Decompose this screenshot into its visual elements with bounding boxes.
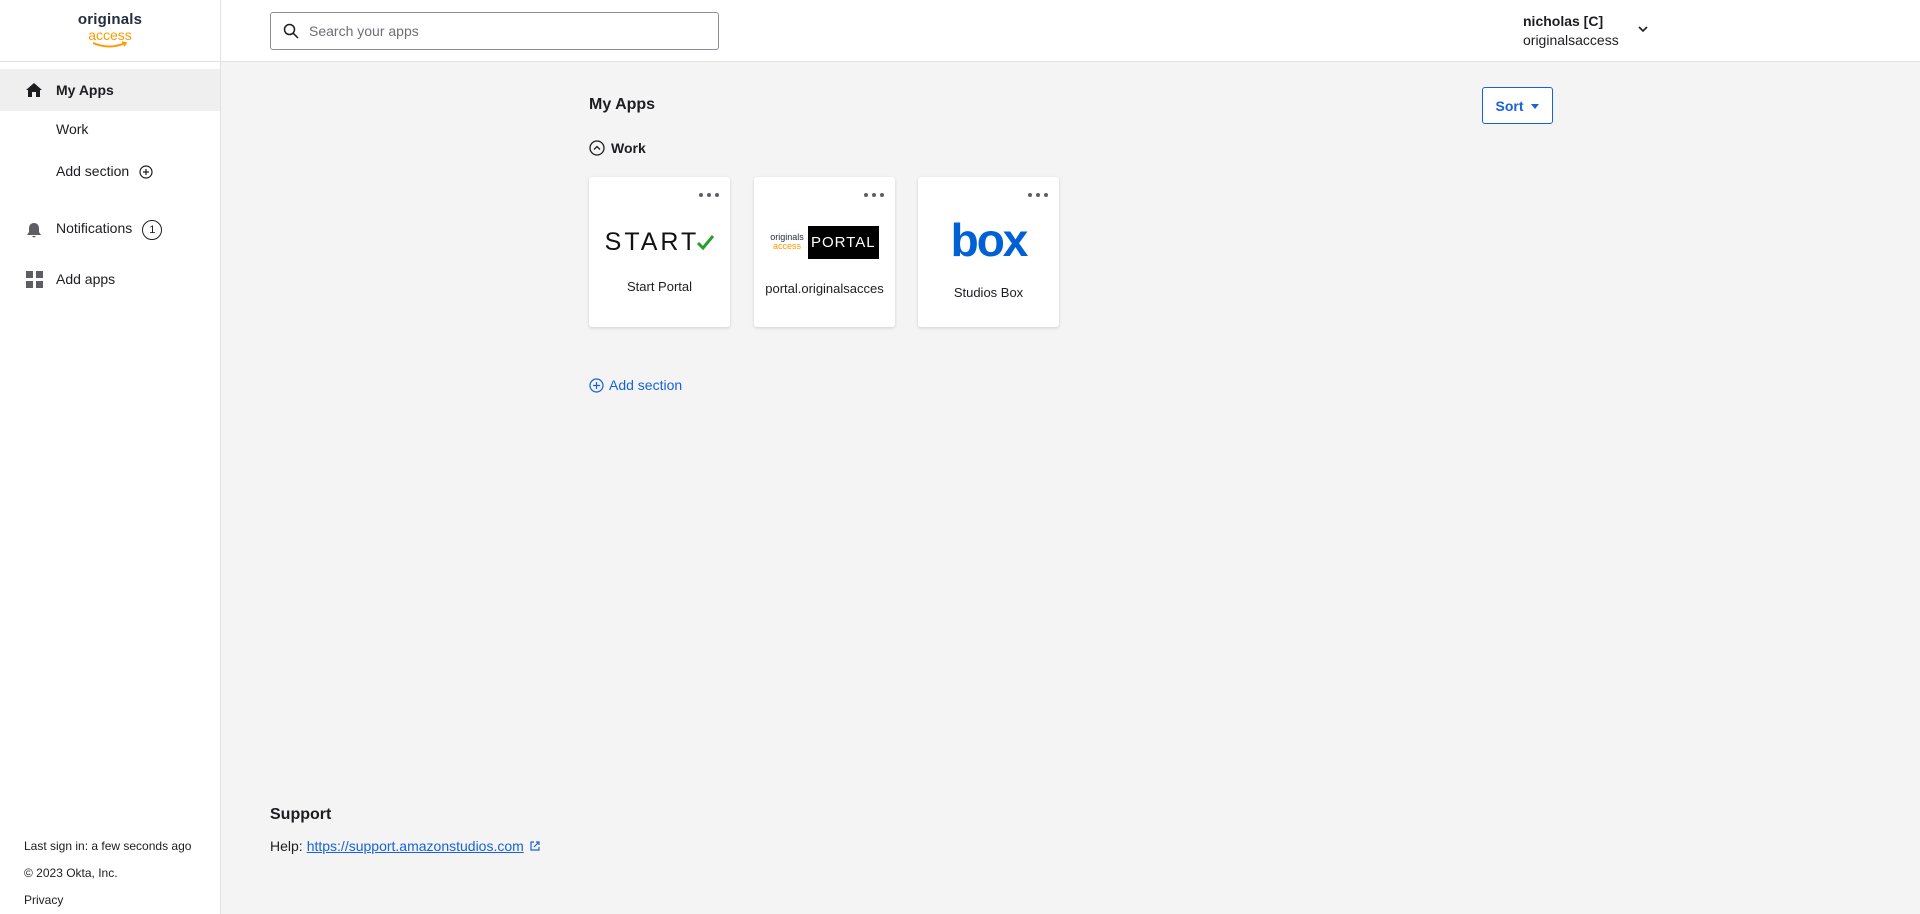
- start-logo: START: [589, 217, 730, 267]
- grid-icon: [25, 270, 43, 288]
- privacy-link[interactable]: Privacy: [24, 887, 191, 914]
- sidebar-footer: Last sign in: a few seconds ago © 2023 O…: [24, 833, 191, 914]
- sidebar-item-notifications[interactable]: Notifications 1: [0, 217, 220, 243]
- plus-circle-icon: [589, 377, 604, 393]
- external-link-icon: [530, 841, 540, 851]
- page-title: My Apps: [589, 96, 656, 113]
- home-icon: [25, 81, 43, 99]
- app-tile-start-portal[interactable]: START Start Portal: [589, 177, 730, 327]
- collapse-circle-icon: [589, 140, 605, 156]
- support-link[interactable]: https://support.amazonstudios.com: [307, 838, 524, 854]
- checkmark-icon: [697, 235, 715, 251]
- sidebar-item-label: Work: [56, 121, 89, 137]
- plus-circle-icon: [139, 165, 153, 179]
- sort-button-label: Sort: [1495, 97, 1524, 114]
- user-org: originalsaccess: [1523, 32, 1619, 48]
- portal-logo-text: PORTAL: [807, 225, 879, 259]
- logo-text-line1: originals: [77, 11, 143, 28]
- more-options-icon[interactable]: [863, 190, 885, 200]
- app-tile-studios-box[interactable]: box Studios Box: [918, 177, 1059, 327]
- sidebar: originals access My Apps Work Add sectio…: [0, 0, 221, 914]
- portal-logo: originals access PORTAL: [754, 217, 895, 267]
- portal-logo-small-2: access: [772, 241, 801, 251]
- section-header-work[interactable]: Work: [589, 140, 646, 156]
- sidebar-item-add-section[interactable]: Add section: [0, 158, 220, 184]
- box-logo-text: box: [950, 214, 1029, 266]
- sidebar-item-add-apps[interactable]: Add apps: [0, 266, 220, 292]
- add-section-label: Add section: [609, 377, 683, 393]
- user-name: nicholas [C]: [1523, 13, 1604, 29]
- app-tile-label: portal.originalsacces: [765, 281, 884, 296]
- app-tile-label: Studios Box: [953, 285, 1024, 300]
- logo-text-line2: access: [88, 27, 132, 43]
- user-menu[interactable]: nicholas [C] originalsaccess: [1523, 12, 1619, 50]
- support-section: Support Help: https://support.amazonstud…: [270, 806, 541, 854]
- sidebar-item-my-apps[interactable]: My Apps: [0, 69, 220, 111]
- sidebar-add-section-wrap: Add section: [56, 163, 153, 179]
- notifications-wrap: Notifications 1: [56, 220, 163, 240]
- sort-button[interactable]: Sort: [1482, 87, 1553, 124]
- sidebar-item-work[interactable]: Work: [0, 116, 220, 142]
- help-prefix: Help:: [270, 838, 303, 854]
- sidebar-item-label: Notifications: [56, 220, 133, 236]
- sidebar-item-label: Add apps: [56, 271, 116, 287]
- search-input[interactable]: [309, 23, 709, 39]
- logo-area: originals access: [0, 0, 220, 62]
- last-sign-in-text: Last sign in: a few seconds ago: [24, 839, 192, 853]
- copyright-text: © 2023 Okta, Inc.: [24, 866, 118, 880]
- chevron-down-icon[interactable]: [1636, 22, 1650, 36]
- start-logo-text: START: [604, 227, 700, 256]
- support-title: Support: [270, 806, 332, 823]
- sidebar-item-label: Add section: [56, 162, 130, 179]
- top-bar: [221, 0, 1920, 62]
- more-options-icon[interactable]: [1027, 190, 1049, 200]
- support-help: Help: https://support.amazonstudios.com: [270, 838, 541, 854]
- app-tile-label: Start Portal: [626, 279, 693, 294]
- search-box[interactable]: [270, 12, 719, 50]
- sidebar-item-label: My Apps: [56, 82, 114, 98]
- search-icon: [283, 23, 299, 39]
- notification-count-badge: 1: [142, 220, 163, 240]
- section-title: Work: [611, 140, 646, 156]
- caret-down-icon: [1530, 103, 1539, 109]
- add-section-button[interactable]: Add section: [589, 377, 682, 393]
- more-options-icon[interactable]: [698, 190, 720, 200]
- app-tile-portal[interactable]: originals access PORTAL portal.originals…: [754, 177, 895, 327]
- bell-icon: [25, 221, 43, 239]
- originals-access-logo[interactable]: originals access: [78, 12, 142, 49]
- smile-arrow-icon: [92, 41, 128, 48]
- box-logo: box: [918, 214, 1059, 266]
